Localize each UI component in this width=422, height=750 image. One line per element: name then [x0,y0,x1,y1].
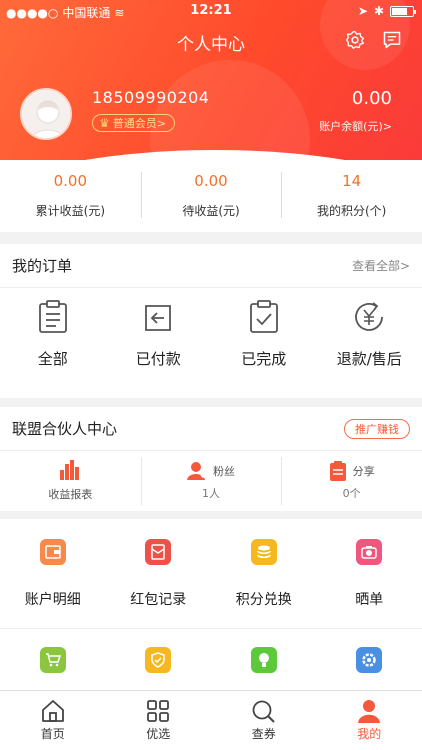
order-label: 已付款 [135,350,181,368]
order-refund[interactable]: 退款/售后 [317,288,422,398]
orders-title: 我的订单 [12,257,73,275]
partner-title: 联盟合伙人中心 [12,420,118,438]
service-label: 晒单 [355,592,384,608]
services-card: 账户明细 红包记录 积分兑换 晒单 [0,519,422,690]
orders-card: 我的订单 查看全部> 全部 已付款 已完成 退款/售后 [0,244,422,398]
clipboard-icon [38,300,67,333]
tab-label: 我的 [357,727,382,741]
service-cart[interactable] [0,629,106,690]
stat-label: 累计收益(元) [35,204,106,218]
stat-label: 待收益(元) [182,204,240,218]
share-list-icon [329,461,346,481]
battery-icon [390,5,416,17]
account-balance-link[interactable]: 账户余额(元)> [319,118,392,134]
earnings-report-label: 收益报表 [48,488,93,501]
avatar[interactable] [20,88,72,140]
yuan-refund-icon [355,302,384,331]
message-icon[interactable] [382,30,402,50]
member-level-badge[interactable]: ♛ 普通会员> [92,114,175,132]
view-all-orders-link[interactable]: 查看全部> [352,257,410,274]
tab-home[interactable]: 首页 [0,691,106,750]
stat-label: 我的积分(个) [316,204,387,218]
service-label: 积分兑换 [235,592,292,608]
promote-earn-button[interactable]: 推广赚钱 [344,418,410,439]
tab-label: 查券 [251,727,276,741]
bar-chart-icon [60,460,80,480]
coins-icon [250,539,277,565]
service-tips[interactable] [211,629,317,690]
user-phone: 18509990204 [92,88,210,107]
earnings-report[interactable]: 收益报表 [0,451,141,511]
service-label: 账户明细 [24,592,81,608]
stat-value: 14 [342,172,362,190]
stat-value: 0.00 [194,172,228,190]
order-label: 已完成 [241,350,287,368]
service-guarantee[interactable] [106,629,212,690]
account-detail-icon [39,539,66,565]
shares-count: 0个 [342,487,361,500]
location-icon: ➤ [357,4,368,18]
home-icon [41,700,64,722]
order-paid[interactable]: 已付款 [106,288,212,398]
tab-label: 首页 [40,727,65,741]
tab-featured[interactable]: 优选 [106,691,212,750]
camera-icon [356,539,383,565]
shares-label: 分享 [352,465,375,478]
gear-icon[interactable] [345,30,365,50]
crown-icon: ♛ [99,116,110,130]
account-detail[interactable]: 账户明细 [0,519,106,628]
checklist-icon [249,300,278,333]
fans[interactable]: 粉丝 1人 [140,451,282,511]
order-all[interactable]: 全部 [0,288,106,398]
order-label: 全部 [37,350,68,368]
tab-bar: 首页 优选 查券 我的 [0,690,422,750]
tab-mine[interactable]: 我的 [317,691,422,750]
order-completed[interactable]: 已完成 [211,288,317,398]
return-icon [145,305,172,331]
service-settings[interactable] [317,629,422,690]
partner-card: 联盟合伙人中心 推广赚钱 收益报表 粉丝 1人 分享 0个 [0,407,422,511]
red-packet-records[interactable]: 红包记录 [106,519,212,628]
fans-count: 1人 [202,487,220,500]
tab-label: 优选 [146,727,171,741]
search-icon [252,700,275,723]
stat-points[interactable]: 14 我的积分(个) [281,160,422,232]
status-bar: ●●●●○ 中国联通 ≋ 12:21 ➤ ✱ [0,0,422,22]
account-balance: 0.00 [351,88,392,109]
points-exchange[interactable]: 积分兑换 [211,519,317,628]
bulb-icon [250,647,277,673]
member-level-label: 普通会员> [112,117,166,130]
cart-icon [39,647,66,673]
gear-icon [356,647,383,673]
order-label: 退款/售后 [336,350,402,368]
user-icon [358,700,381,723]
shield-check-icon [145,647,172,673]
stat-pending-earnings[interactable]: 0.00 待收益(元) [140,160,282,232]
shares[interactable]: 分享 0个 [281,451,422,511]
fans-label: 粉丝 [213,465,235,478]
service-label: 红包记录 [130,592,187,608]
grid-icon [147,700,170,722]
earnings-stats: 0.00 累计收益(元) 0.00 待收益(元) 14 我的积分(个) [0,160,422,232]
show-order[interactable]: 晒单 [317,519,422,628]
tab-coupon-search[interactable]: 查券 [211,691,317,750]
red-packet-icon [145,539,172,565]
stat-total-earnings[interactable]: 0.00 累计收益(元) [0,160,141,232]
stat-value: 0.00 [53,172,88,190]
bluetooth-icon: ✱ [373,4,384,18]
fans-icon [187,462,207,480]
